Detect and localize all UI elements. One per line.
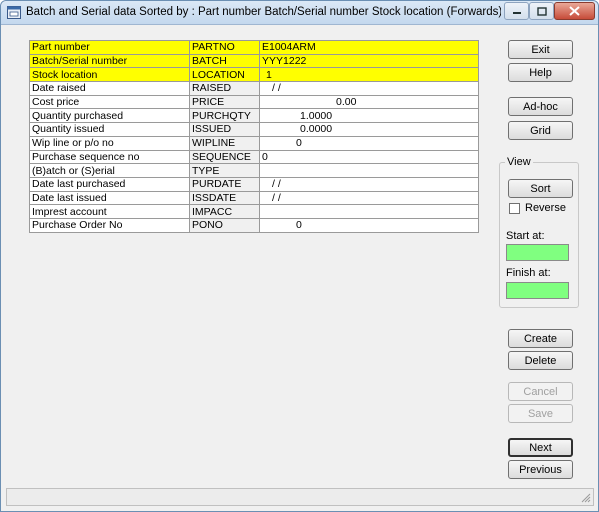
row-label: Cost price (29, 94, 190, 110)
start-at-label: Start at: (506, 230, 545, 242)
row-label: Date last purchased (29, 176, 190, 192)
close-button[interactable] (554, 2, 595, 20)
row-label: Stock location (29, 67, 190, 83)
table-row[interactable]: Purchase Order No PONO 0 (29, 217, 479, 233)
row-value[interactable]: 0 (259, 149, 479, 165)
row-field-name: SEQUENCE (189, 149, 260, 165)
finish-at-input[interactable] (506, 282, 569, 299)
minimize-button[interactable] (504, 2, 529, 20)
row-label: Quantity issued (29, 122, 190, 137)
delete-button[interactable]: Delete (508, 351, 573, 370)
exit-button[interactable]: Exit (508, 40, 573, 59)
row-field-name: TYPE (189, 163, 260, 178)
row-value[interactable] (259, 163, 479, 178)
table-row[interactable]: Quantity purchased PURCHQTY 1.0000 (29, 108, 479, 124)
next-button[interactable]: Next (508, 438, 573, 457)
create-button[interactable]: Create (508, 329, 573, 348)
grid-button[interactable]: Grid (508, 121, 573, 140)
row-label: Date raised (29, 81, 190, 96)
row-label: Part number (29, 40, 190, 55)
record-table: Part number PARTNO E1004ARM Batch/Serial nu… (29, 40, 479, 233)
view-legend: View (505, 156, 533, 168)
row-field-name: PONO (189, 217, 260, 233)
row-field-name: PURCHQTY (189, 108, 260, 124)
reverse-label: Reverse (525, 202, 566, 214)
table-row[interactable]: Imprest account IMPACC (29, 204, 479, 219)
help-button[interactable]: Help (508, 63, 573, 82)
table-row[interactable]: Cost price PRICE 0.00 (29, 94, 479, 110)
table-row[interactable]: Quantity issued ISSUED 0.0000 (29, 122, 479, 137)
row-value[interactable] (259, 204, 479, 219)
table-row[interactable]: Date last issued ISSDATE / / (29, 190, 479, 206)
maximize-button[interactable] (529, 2, 554, 20)
table-row[interactable]: (B)atch or (S)erial TYPE (29, 163, 479, 178)
row-label: Batch/Serial number (29, 53, 190, 69)
table-row[interactable]: Date last purchased PURDATE / / (29, 176, 479, 192)
row-value[interactable]: 0 (259, 135, 479, 151)
title-bar[interactable]: Batch and Serial data Sorted by : Part n… (1, 1, 598, 25)
maximize-icon (536, 6, 547, 16)
status-bar (6, 488, 594, 506)
row-value[interactable]: / / (259, 190, 479, 206)
main-window: Batch and Serial data Sorted by : Part n… (0, 0, 599, 512)
row-field-name: LOCATION (189, 67, 260, 83)
row-field-name: ISSDATE (189, 190, 260, 206)
row-value[interactable]: 1.0000 (259, 108, 479, 124)
app-icon (7, 6, 21, 19)
row-field-name: PURDATE (189, 176, 260, 192)
finish-at-label: Finish at: (506, 267, 551, 279)
row-field-name: WIPLINE (189, 135, 260, 151)
row-label: Purchase sequence no (29, 149, 190, 165)
row-label: Wip line or p/o no (29, 135, 190, 151)
window-title: Batch and Serial data Sorted by : Part n… (26, 6, 501, 18)
table-row[interactable]: Batch/Serial number BATCH YYY1222 (29, 53, 479, 69)
resize-grip-icon[interactable] (581, 493, 591, 503)
adhoc-button[interactable]: Ad-hoc (508, 97, 573, 116)
previous-button[interactable]: Previous (508, 460, 573, 479)
row-value[interactable]: / / (259, 81, 479, 96)
reverse-option[interactable]: Reverse (509, 202, 566, 214)
save-button[interactable]: Save (508, 404, 573, 423)
row-label: Imprest account (29, 204, 190, 219)
row-value[interactable]: 0.0000 (259, 122, 479, 137)
table-row[interactable]: Purchase sequence no SEQUENCE 0 (29, 149, 479, 165)
row-value[interactable]: 0 (259, 217, 479, 233)
row-field-name: PARTNO (189, 40, 260, 55)
table-row[interactable]: Part number PARTNO E1004ARM (29, 40, 479, 55)
start-at-input[interactable] (506, 244, 569, 261)
reverse-checkbox[interactable] (509, 202, 520, 214)
row-field-name: PRICE (189, 94, 260, 110)
row-field-name: BATCH (189, 53, 260, 69)
row-label: Date last issued (29, 190, 190, 206)
row-label: Purchase Order No (29, 217, 190, 233)
row-label: Quantity purchased (29, 108, 190, 124)
row-value[interactable]: 1 (259, 67, 479, 83)
row-value[interactable]: YYY1222 (259, 53, 479, 69)
row-label: (B)atch or (S)erial (29, 163, 190, 178)
row-value[interactable]: / / (259, 176, 479, 192)
table-row[interactable]: Date raised RAISED / / (29, 81, 479, 96)
sort-button[interactable]: Sort (508, 179, 573, 198)
row-field-name: ISSUED (189, 122, 260, 137)
row-value[interactable]: E1004ARM (259, 40, 479, 55)
row-value[interactable]: 0.00 (259, 94, 479, 110)
minimize-icon (512, 12, 521, 14)
table-row[interactable]: Stock location LOCATION 1 (29, 67, 479, 83)
record-grid: Part number PARTNO E1004ARM Batch/Serial nu… (29, 40, 479, 233)
close-icon (569, 6, 580, 16)
cancel-button[interactable]: Cancel (508, 382, 573, 401)
table-row[interactable]: Wip line or p/o no WIPLINE 0 (29, 135, 479, 151)
row-field-name: IMPACC (189, 204, 260, 219)
row-field-name: RAISED (189, 81, 260, 96)
